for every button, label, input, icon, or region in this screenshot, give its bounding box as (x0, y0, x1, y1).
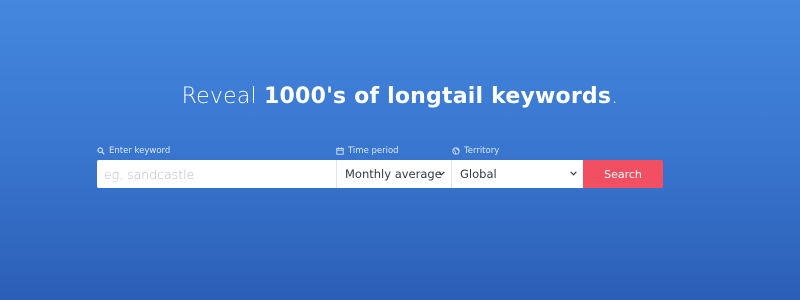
keyword-search-form: Monthly average Global Search (97, 160, 663, 188)
time-period-label-text: Time period (348, 146, 399, 156)
time-period-select[interactable]: Monthly average (337, 160, 452, 188)
territory-value: Global (460, 167, 497, 181)
field-labels: Enter keyword Time period Territory (97, 146, 663, 158)
headline-prefix: Reveal (181, 84, 265, 109)
headline: Reveal 1000's of longtail keywords. (0, 84, 800, 109)
hero-section: Reveal 1000's of longtail keywords. Ente… (0, 0, 800, 300)
chevron-down-icon (438, 171, 445, 176)
globe-icon (452, 147, 460, 155)
time-period-label: Time period (336, 146, 399, 156)
headline-suffix: . (611, 84, 619, 109)
headline-emphasis: 1000's of longtail keywords (264, 84, 612, 109)
keyword-label: Enter keyword (97, 146, 170, 156)
territory-label: Territory (452, 146, 499, 156)
territory-label-text: Territory (464, 146, 500, 156)
time-period-value: Monthly average (345, 167, 442, 181)
calendar-icon (336, 147, 344, 155)
keyword-input[interactable] (97, 160, 336, 188)
keyword-field (97, 160, 337, 188)
search-icon (97, 147, 105, 155)
territory-select[interactable]: Global (452, 160, 583, 188)
chevron-down-icon (570, 171, 577, 176)
search-button[interactable]: Search (583, 160, 663, 188)
keyword-label-text: Enter keyword (109, 146, 171, 156)
